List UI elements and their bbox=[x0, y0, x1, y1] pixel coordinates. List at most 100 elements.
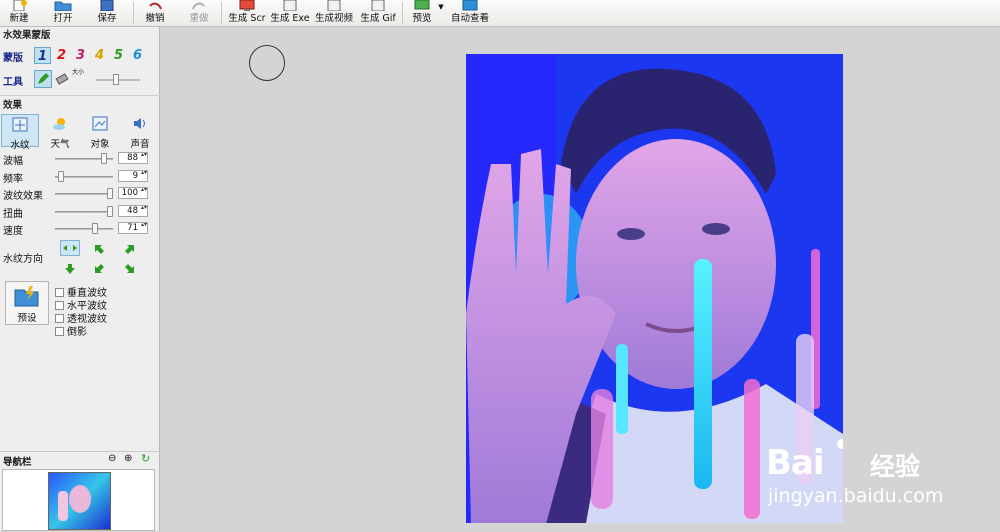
mask-selector: 1 2 3 4 5 6 bbox=[34, 47, 154, 65]
direction-down-left-button[interactable] bbox=[93, 263, 107, 275]
redo-button[interactable]: 重做 bbox=[184, 0, 214, 26]
distortion-spinner[interactable]: 48 bbox=[118, 205, 148, 217]
slider-track[interactable] bbox=[55, 228, 113, 230]
mask-3[interactable]: 3 bbox=[72, 47, 89, 64]
slider-thumb[interactable] bbox=[107, 188, 113, 199]
arrow-down-left-icon bbox=[95, 264, 104, 273]
direction-label: 水纹方向 bbox=[3, 254, 43, 265]
toolbar: 新建 打开 保存 撤销 重做 生成 Scr 生成 Exe 生成视频 生成 Gif… bbox=[0, 0, 1000, 27]
mask-2[interactable]: 2 bbox=[53, 47, 70, 64]
checkbox-reflection[interactable]: 倒影 bbox=[55, 323, 87, 338]
slider-speed[interactable]: 速度 71 bbox=[3, 222, 153, 237]
eraser-tool[interactable] bbox=[55, 72, 69, 86]
slider-thumb[interactable] bbox=[100, 153, 107, 164]
mask-5[interactable]: 5 bbox=[110, 47, 127, 64]
direction-up-right-button[interactable] bbox=[124, 243, 138, 255]
arrow-up-left-icon bbox=[95, 245, 104, 254]
mask-4[interactable]: 4 bbox=[91, 47, 108, 64]
amplitude-spinner[interactable]: 88 bbox=[118, 152, 148, 164]
slider-ripple-effect[interactable]: 波纹效果 100 bbox=[3, 187, 153, 202]
navigator-thumbnail[interactable] bbox=[48, 472, 111, 530]
open-button[interactable]: 打开 bbox=[48, 0, 78, 26]
checkbox-perspective-ripple[interactable]: 透视波纹 bbox=[55, 310, 107, 325]
mask-6[interactable]: 6 bbox=[129, 47, 146, 64]
redo-icon bbox=[192, 2, 205, 10]
zoom-out-icon[interactable]: ⊖ bbox=[108, 453, 116, 464]
navigator-preview[interactable] bbox=[2, 469, 155, 531]
slider-track[interactable] bbox=[55, 211, 113, 213]
save-icon bbox=[100, 0, 114, 11]
paw-icon bbox=[837, 439, 843, 449]
slider-track[interactable] bbox=[55, 176, 113, 178]
brush-tool[interactable] bbox=[34, 70, 52, 88]
direction-up-left-button[interactable] bbox=[93, 243, 107, 255]
slider-thumb[interactable] bbox=[91, 223, 98, 234]
monitor-icon bbox=[239, 0, 255, 11]
preview-dropdown[interactable]: ▼ bbox=[436, 0, 446, 26]
slider-thumb[interactable] bbox=[107, 206, 113, 217]
exe-icon bbox=[283, 0, 297, 11]
slider-frequency[interactable]: 频率 9 bbox=[3, 170, 153, 185]
preset-button[interactable]: 预设 bbox=[5, 281, 49, 325]
generate-gif-button[interactable]: 生成 Gif bbox=[359, 0, 397, 26]
new-button[interactable]: 新建 bbox=[4, 0, 34, 26]
size-label: 大小 bbox=[72, 69, 85, 76]
generate-video-button[interactable]: 生成视频 bbox=[314, 0, 354, 26]
video-icon bbox=[327, 0, 341, 11]
arrow-down-icon bbox=[65, 264, 75, 274]
eraser-icon bbox=[55, 73, 69, 85]
direction-center-button[interactable] bbox=[60, 240, 80, 256]
ripple-icon bbox=[12, 117, 28, 132]
arrow-left-right-icon bbox=[63, 245, 77, 251]
slider-track[interactable] bbox=[55, 193, 113, 195]
tab-ripple[interactable]: 水纹 bbox=[1, 114, 39, 151]
gif-icon bbox=[371, 0, 385, 11]
checkbox-vertical-ripple[interactable]: 垂直波纹 bbox=[55, 284, 107, 299]
watermark-url: jingyan.baidu.com bbox=[768, 485, 944, 507]
effect-tabs: 水纹 天气 对象 声音 bbox=[1, 114, 159, 151]
toolbar-separator bbox=[221, 2, 222, 24]
frequency-spinner[interactable]: 9 bbox=[118, 170, 148, 182]
watermark-brand: Bai bbox=[766, 443, 825, 483]
folder-lightning-icon bbox=[14, 286, 39, 307]
refresh-icon[interactable]: ↻ bbox=[141, 452, 150, 465]
checkbox-horizontal-ripple[interactable]: 水平波纹 bbox=[55, 297, 107, 312]
face-thumbnail-icon bbox=[58, 485, 91, 521]
generate-exe-button[interactable]: 生成 Exe bbox=[270, 0, 310, 26]
speed-spinner[interactable]: 71 bbox=[118, 222, 148, 234]
slider-thumb[interactable] bbox=[57, 171, 64, 182]
direction-down-right-button[interactable] bbox=[124, 263, 138, 275]
arrow-up-right-icon bbox=[125, 245, 134, 254]
tool-label: 工具 bbox=[3, 77, 23, 88]
tab-object[interactable]: 对象 bbox=[81, 114, 119, 150]
zoom-in-icon[interactable]: ⊕ bbox=[124, 453, 132, 464]
ripple-effect-spinner[interactable]: 100 bbox=[118, 187, 148, 199]
auto-view-icon bbox=[462, 0, 478, 11]
direction-down-button[interactable] bbox=[64, 263, 78, 275]
generate-scr-button[interactable]: 生成 Scr bbox=[228, 0, 266, 26]
save-button[interactable]: 保存 bbox=[92, 0, 122, 26]
divider bbox=[0, 95, 160, 96]
tab-weather[interactable]: 天气 bbox=[41, 114, 79, 150]
slider-distortion[interactable]: 扭曲 48 bbox=[3, 205, 153, 220]
slider-amplitude[interactable]: 波幅 88 bbox=[3, 152, 153, 167]
new-file-icon bbox=[13, 0, 27, 11]
preview-icon bbox=[414, 0, 430, 10]
mask-label: 蒙版 bbox=[3, 53, 23, 64]
preview-button[interactable]: 预览 bbox=[408, 0, 436, 26]
undo-button[interactable]: 撤销 bbox=[140, 0, 170, 26]
auto-view-button[interactable]: 自动查看 bbox=[450, 0, 490, 26]
open-folder-icon bbox=[54, 1, 72, 11]
toolbar-separator bbox=[133, 2, 134, 24]
toolbar-separator bbox=[402, 2, 403, 24]
watermark-cn: 经验 bbox=[870, 452, 921, 481]
chevron-down-icon: ▼ bbox=[438, 3, 444, 11]
brush-cursor bbox=[249, 45, 285, 81]
mask-1[interactable]: 1 bbox=[34, 47, 51, 64]
arrow-down-right-icon bbox=[125, 264, 134, 273]
size-slider-thumb[interactable] bbox=[113, 74, 119, 85]
navigator-header: 导航栏 ⊖ ⊕ ↻ bbox=[0, 451, 160, 468]
tab-sound[interactable]: 声音 bbox=[121, 114, 159, 150]
effects-title: 效果 bbox=[3, 100, 23, 111]
navigator-title: 导航栏 bbox=[3, 457, 32, 468]
